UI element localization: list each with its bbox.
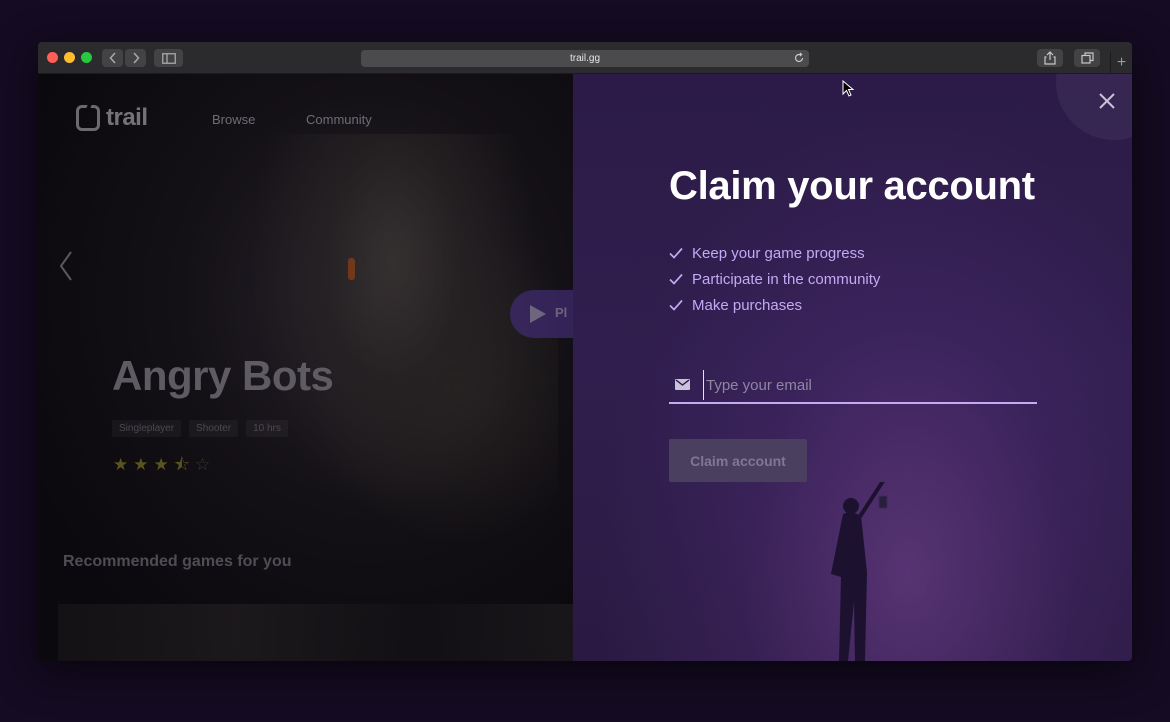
reload-icon[interactable] (793, 52, 805, 64)
sidebar-button[interactable] (154, 49, 183, 67)
close-modal-button[interactable] (1094, 88, 1120, 114)
benefit-text: Participate in the community (692, 270, 881, 288)
mail-icon (675, 379, 690, 390)
zoom-window-button[interactable] (81, 52, 92, 63)
sidebar-icon (161, 52, 176, 64)
email-field[interactable] (669, 366, 1037, 404)
recommended-thumbnails[interactable] (58, 604, 573, 661)
trail-logo[interactable]: trail (76, 104, 148, 132)
close-window-button[interactable] (47, 52, 58, 63)
benefit-item: Participate in the community (669, 266, 880, 292)
site-background: trail Browse Community Pl Angry Bots Sin… (38, 74, 573, 661)
star-icon: ★ (153, 455, 169, 474)
share-button[interactable] (1037, 49, 1063, 67)
hero-artwork-detail (348, 258, 355, 280)
browser-titlebar: trail.gg + (38, 42, 1132, 74)
minimize-window-button[interactable] (64, 52, 75, 63)
chevron-left-icon[interactable] (58, 250, 74, 282)
forward-button[interactable] (125, 49, 146, 67)
benefit-text: Keep your game progress (692, 244, 865, 262)
email-input[interactable] (703, 370, 1033, 400)
check-icon (669, 273, 683, 285)
forward-icon (132, 52, 140, 64)
benefit-item: Make purchases (669, 292, 880, 318)
game-rating: ★ ★ ★ ⯪ ☆ (113, 456, 210, 473)
play-button[interactable]: Pl (510, 290, 573, 338)
new-tab-button[interactable]: + (1110, 52, 1132, 74)
benefit-item: Keep your game progress (669, 240, 880, 266)
check-icon (669, 299, 683, 311)
illustration-figure (831, 482, 888, 661)
back-button[interactable] (102, 49, 123, 67)
logo-text: trail (106, 104, 148, 131)
recommended-heading: Recommended games for you (63, 553, 292, 570)
benefit-text: Make purchases (692, 296, 803, 314)
hero-artwork (228, 134, 558, 554)
url-text: trail.gg (569, 53, 600, 64)
tag-duration: 10 hrs (246, 420, 288, 437)
star-empty-icon: ☆ (194, 455, 211, 474)
close-icon (1099, 93, 1115, 109)
star-icon: ★ (133, 455, 149, 474)
benefits-list: Keep your game progress Participate in t… (669, 240, 880, 318)
tabs-button[interactable] (1074, 49, 1100, 67)
play-label: Pl (555, 305, 568, 320)
share-icon (1044, 51, 1056, 65)
star-icon: ★ (113, 455, 129, 474)
address-bar[interactable]: trail.gg (361, 50, 809, 67)
game-title: Angry Bots (112, 352, 334, 399)
back-icon (108, 52, 116, 64)
tag-genre-mode: Singleplayer (112, 420, 182, 437)
trail-logo-icon (76, 105, 100, 131)
play-icon (530, 305, 546, 323)
mouse-cursor-icon (842, 80, 855, 97)
star-half-icon: ⯪ (173, 455, 190, 474)
tag-genre: Shooter (189, 420, 239, 437)
nav-community[interactable]: Community (306, 112, 372, 127)
game-tags: Singleplayer Shooter 10 hrs (112, 420, 288, 437)
modal-title: Claim your account (669, 164, 1035, 208)
claim-account-button[interactable]: Claim account (669, 439, 807, 482)
browser-window: trail.gg + trail Browse Community Pl Ang… (38, 42, 1132, 661)
check-icon (669, 247, 683, 259)
nav-browse[interactable]: Browse (212, 112, 255, 127)
tabs-icon (1080, 52, 1094, 64)
claim-account-modal: Claim your account Keep your game progre… (573, 74, 1132, 661)
